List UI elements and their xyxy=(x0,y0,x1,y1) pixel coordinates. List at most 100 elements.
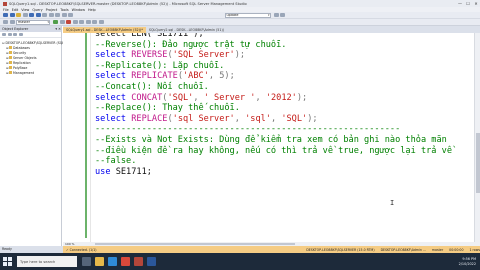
execute-icon[interactable] xyxy=(53,20,58,24)
undo-icon[interactable] xyxy=(61,13,67,17)
open-file-icon[interactable] xyxy=(22,13,28,17)
vertical-scroll-thumb[interactable] xyxy=(476,133,480,193)
cut-icon[interactable] xyxy=(42,13,47,17)
debug-icon[interactable] xyxy=(59,20,65,24)
new-query-icon[interactable] xyxy=(16,13,21,17)
menu-file[interactable]: File xyxy=(3,8,9,12)
ssms-taskbar-icon[interactable] xyxy=(134,257,143,266)
edge-browser-icon[interactable] xyxy=(108,257,117,266)
code-line: --Replace(): Thay thế chuỗi. xyxy=(95,103,452,114)
comment-text: --điều kiện đề ra hay không, nếu có thì … xyxy=(95,145,452,156)
clock-time: 9:56 PM xyxy=(462,256,476,261)
code-area[interactable]: select LEN('SE1711'); --Reverse(): Đảo ng… xyxy=(95,33,452,177)
chevron-down-icon: ▾ xyxy=(267,12,270,17)
connect-icon[interactable] xyxy=(3,20,8,24)
code-line: select REPLICATE('ABC', 5); xyxy=(95,71,452,82)
results-to-grid-icon[interactable] xyxy=(85,20,91,24)
tree-node-label: PolyBase xyxy=(13,65,28,70)
string-literal: 'ABC' xyxy=(183,71,209,82)
filter-icon[interactable] xyxy=(13,33,17,36)
code-text: select LEN('SE1711'); xyxy=(95,33,204,39)
code-line: use SE1711; xyxy=(95,167,452,178)
menu-edit[interactable]: Edit xyxy=(12,8,19,12)
terminator: ); xyxy=(224,71,235,82)
function-name: REPLACE xyxy=(131,113,168,124)
parse-icon[interactable] xyxy=(72,20,78,24)
menu-window[interactable]: Window xyxy=(72,8,85,12)
string-literal: 'SQL' xyxy=(167,92,194,103)
elapsed-time: 00:00:00 xyxy=(449,247,464,252)
string-literal: '2012' xyxy=(265,92,297,103)
properties-icon[interactable] xyxy=(280,13,285,17)
code-text: SE1711; xyxy=(110,166,152,177)
comment-icon[interactable] xyxy=(92,20,97,24)
vertical-scrollbar[interactable] xyxy=(474,33,480,242)
menu-query[interactable]: Query xyxy=(32,8,42,12)
folder-icon xyxy=(9,46,12,49)
clock[interactable]: 9:56 PM 2/10/2022 xyxy=(459,257,476,267)
uncomment-icon[interactable] xyxy=(98,20,104,24)
taskbar-search[interactable]: Type here to search xyxy=(17,256,77,267)
function-name: REPLICATE xyxy=(131,71,178,82)
collapse-icon[interactable]: ⊟ xyxy=(2,41,5,45)
comment-text: --Concat(): Nối chuỗi. xyxy=(95,81,209,92)
query-status-bar: ✓ Connected. (1/1) DESKTOP-LEO88KF\SQLSE… xyxy=(63,246,480,253)
horizontal-scroll-thumb[interactable] xyxy=(94,243,295,245)
forward-icon[interactable] xyxy=(9,13,15,17)
redo-icon[interactable] xyxy=(68,13,73,17)
separator: , xyxy=(234,113,246,124)
windows-start-icon[interactable] xyxy=(3,257,12,266)
ssms-app-icon xyxy=(3,1,7,6)
tree-server-node[interactable]: ⊟DESKTOP-LEO88KF\SQLSERVER (SQL Server 1… xyxy=(0,40,138,45)
folder-icon xyxy=(9,61,12,64)
folder-icon xyxy=(9,56,12,59)
ready-status: Ready xyxy=(0,246,63,253)
menu-tools[interactable]: Tools xyxy=(60,8,68,12)
save-icon[interactable] xyxy=(29,13,34,17)
refresh-icon[interactable] xyxy=(18,33,23,36)
search-icon[interactable] xyxy=(273,13,279,17)
comment-text: --Exists và Not Exists: Dùng để kiểm tra… xyxy=(95,134,447,145)
task-view-icon[interactable] xyxy=(82,257,91,266)
code-line: select REPLACE('sql Server', 'sql', 'SQL… xyxy=(95,114,452,125)
function-name: REVERSE xyxy=(131,50,168,61)
display-plan-icon[interactable] xyxy=(79,20,84,24)
change-connection-icon[interactable] xyxy=(9,20,15,24)
window-title: SQLQuery1.sql - DESKTOP-LEO88KF\SQLSERVE… xyxy=(9,1,247,6)
separator: , xyxy=(193,92,204,103)
connect-icon[interactable] xyxy=(2,33,6,36)
user-name: DESKTOP-LEO88KF\Admin ... xyxy=(380,247,426,252)
menu-view[interactable]: View xyxy=(21,8,29,12)
paste-icon[interactable] xyxy=(55,13,60,17)
separator: , 5 xyxy=(208,71,225,82)
find-combo[interactable]: update ▾ xyxy=(224,12,271,18)
query-editor[interactable]: select LEN('SE1711'); --Reverse(): Đảo ng… xyxy=(63,33,474,242)
copy-icon[interactable] xyxy=(48,13,54,17)
disconnect-icon[interactable] xyxy=(7,33,12,36)
database-select[interactable]: master ▾ xyxy=(16,19,50,25)
taskbar: Type here to search 9:56 PM 2/10/2022 xyxy=(0,253,480,270)
file-explorer-icon[interactable] xyxy=(95,257,104,266)
chrome-icon[interactable] xyxy=(121,257,130,266)
tree-node-label: Security xyxy=(13,50,27,55)
separator: , xyxy=(255,92,266,103)
object-explorer-header: Object Explorer ▾ ✕ xyxy=(0,26,61,32)
tree-node-label: Replication xyxy=(13,60,31,65)
string-literal: 'SQL' xyxy=(281,113,308,124)
cancel-query-icon[interactable] xyxy=(66,20,71,24)
sql-editor-toolbar: master ▾ xyxy=(0,19,480,26)
word-icon[interactable] xyxy=(147,257,156,266)
taskbar-search-placeholder: Type here to search xyxy=(20,259,56,264)
minimize-button[interactable]: — xyxy=(456,1,464,6)
back-icon[interactable] xyxy=(3,13,8,17)
code-line: --Concat(): Nối chuỗi. xyxy=(95,82,452,93)
save-all-icon[interactable] xyxy=(35,13,41,17)
close-button[interactable]: ✕ xyxy=(472,1,480,6)
menu-project[interactable]: Project xyxy=(46,8,58,12)
menu-help[interactable]: Help xyxy=(88,8,96,12)
maximize-button[interactable]: ☐ xyxy=(464,1,472,6)
keyword: select xyxy=(95,71,127,82)
tree-folder-node[interactable]: ⊞ Management xyxy=(0,70,61,75)
code-line: select REVERSE('SQL Server'); xyxy=(95,50,452,61)
panel-pin-close[interactable]: ▾ ✕ xyxy=(55,26,61,32)
